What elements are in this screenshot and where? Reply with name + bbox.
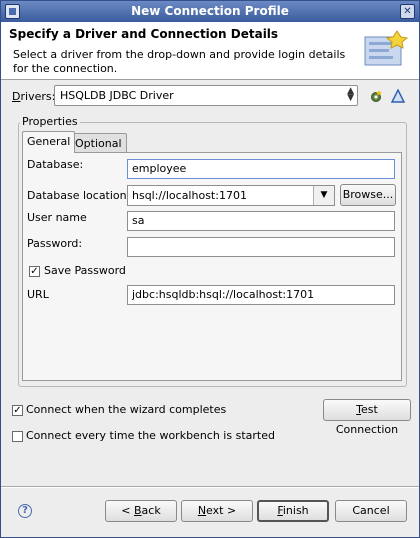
drivers-label: Drivers: bbox=[12, 90, 55, 103]
dialog-window: New Connection Profile ✕ Specify a Drive… bbox=[0, 0, 420, 538]
test-connection-label: est Connection bbox=[335, 403, 399, 436]
tab-general[interactable]: General bbox=[22, 131, 76, 153]
url-label: URL bbox=[27, 288, 49, 301]
connect-every-startup-checkbox[interactable] bbox=[12, 431, 23, 442]
help-icon[interactable]: ? bbox=[18, 504, 32, 518]
properties-group-label: Properties bbox=[20, 115, 80, 128]
connect-when-wizard-completes-checkbox[interactable]: ✓ bbox=[12, 405, 23, 416]
header-description: Select a driver from the drop-down and p… bbox=[13, 48, 346, 75]
next-mnemonic: N bbox=[197, 504, 207, 517]
next-label: ext > bbox=[206, 504, 237, 517]
password-label: Password: bbox=[27, 237, 83, 250]
close-icon[interactable]: ✕ bbox=[400, 4, 415, 19]
back-button[interactable]: < Back bbox=[105, 500, 177, 522]
drivers-select-value: HSQLDB JDBC Driver bbox=[60, 89, 174, 102]
save-password-checkbox[interactable]: ✓ bbox=[29, 266, 40, 277]
database-location-combo[interactable]: hsql://localhost:1701 ▼ bbox=[127, 185, 335, 206]
drivers-label-text: rivers: bbox=[20, 90, 56, 103]
database-input[interactable]: employee bbox=[127, 159, 395, 179]
footer-separator bbox=[1, 486, 419, 488]
title-bar[interactable]: New Connection Profile ✕ bbox=[1, 1, 419, 22]
spin-arrows-icon: ▲ ▼ bbox=[347, 86, 354, 103]
new-driver-icon[interactable] bbox=[369, 89, 383, 103]
database-location-value: hsql://localhost:1701 bbox=[132, 189, 247, 202]
password-input[interactable] bbox=[127, 237, 395, 257]
cancel-button[interactable]: Cancel bbox=[335, 500, 407, 522]
window-title: New Connection Profile bbox=[131, 4, 289, 18]
url-input[interactable]: jdbc:hsqldb:hsql://localhost:1701 bbox=[127, 285, 395, 305]
user-name-input[interactable]: sa bbox=[127, 211, 395, 231]
back-prefix: < bbox=[121, 504, 134, 517]
save-password-label: Save Password bbox=[44, 264, 126, 277]
back-label: ack bbox=[141, 504, 161, 517]
finish-label: inish bbox=[282, 504, 309, 517]
test-connection-button[interactable]: Test Connection bbox=[323, 399, 411, 436]
drivers-select[interactable]: HSQLDB JDBC Driver ▲ ▼ bbox=[54, 85, 358, 106]
tab-optional[interactable]: Optional bbox=[70, 133, 127, 153]
database-location-label: Database location: bbox=[27, 189, 131, 202]
database-label: Database: bbox=[27, 158, 84, 171]
browse-button[interactable]: Browse... bbox=[340, 184, 396, 206]
connect-when-wizard-completes-label: Connect when the wizard completes bbox=[26, 403, 227, 416]
connection-wizard-banner-icon bbox=[364, 30, 409, 66]
user-name-label: User name bbox=[27, 211, 87, 224]
finish-button[interactable]: Finish bbox=[257, 500, 329, 522]
connect-every-startup-label: Connect every time the workbench is star… bbox=[26, 429, 275, 442]
header-title: Specify a Driver and Connection Details bbox=[9, 27, 279, 41]
back-mnemonic: B bbox=[134, 504, 142, 517]
chevron-down-icon[interactable]: ▼ bbox=[313, 186, 334, 205]
edit-driver-icon[interactable] bbox=[391, 89, 405, 103]
wizard-header: Specify a Driver and Connection Details … bbox=[1, 22, 419, 80]
next-button[interactable]: Next > bbox=[181, 500, 253, 522]
